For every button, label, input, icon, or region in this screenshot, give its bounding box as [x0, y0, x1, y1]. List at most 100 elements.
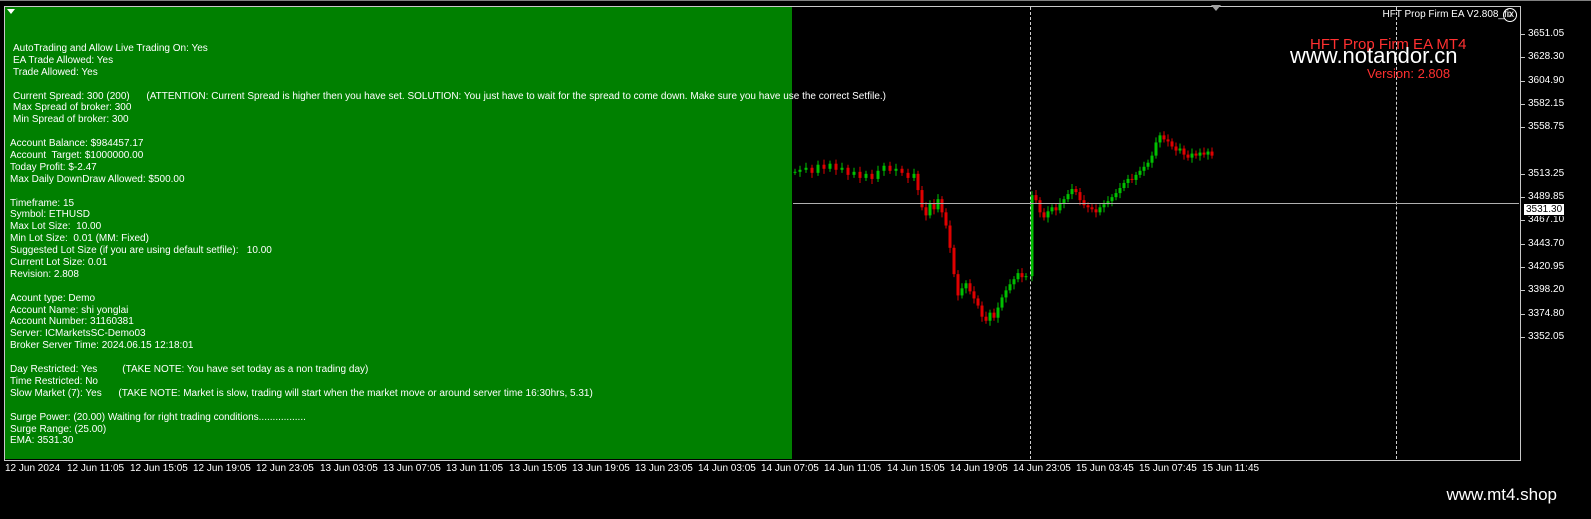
candle-body — [1190, 153, 1194, 158]
candle-body — [916, 173, 920, 191]
current-price-label: 3531.30 — [1523, 203, 1566, 216]
candle-body — [944, 212, 948, 226]
time-label: 13 Jun 07:05 — [383, 463, 441, 474]
candle-body — [1194, 153, 1198, 156]
candle-body — [1008, 284, 1012, 291]
ea-info-text: AutoTrading and Allow Live Trading On: Y… — [10, 43, 886, 447]
info-line: Current Lot Size: 0.01 — [10, 257, 108, 269]
collapse-icon[interactable] — [7, 9, 15, 14]
info-line: Max Spread of broker: 300 — [13, 102, 132, 114]
candle-body — [1210, 151, 1214, 156]
candle-body — [964, 283, 968, 289]
price-tick — [1520, 127, 1525, 129]
info-line: Account Balance: $984457.17 — [10, 138, 144, 150]
candle-body — [1146, 162, 1150, 167]
candle-body — [900, 168, 904, 173]
info-line: Account Target: $1000000.00 — [10, 150, 144, 162]
info-line: Max Daily DownDraw Allowed: $500.00 — [10, 173, 185, 185]
candle-body — [1166, 139, 1170, 142]
candle-body — [1158, 135, 1162, 143]
info-gap — [10, 126, 886, 138]
candle-body — [1186, 154, 1190, 158]
candle-body — [948, 225, 952, 248]
time-label: 12 Jun 11:05 — [67, 463, 125, 474]
candle-body — [1134, 174, 1138, 180]
candle-body — [1004, 290, 1008, 298]
info-line: Symbol: ETHUSD — [10, 209, 91, 221]
candle-body — [1098, 207, 1102, 213]
info-gap — [10, 186, 886, 198]
footer-watermark: www.mt4.shop — [1446, 485, 1557, 504]
candle-body — [1118, 188, 1122, 194]
candle-body — [1016, 273, 1020, 280]
candle-body — [1114, 193, 1118, 198]
ea-title: HFT Prop Firm EA V2.808_fix — [1382, 9, 1514, 20]
candle-body — [906, 172, 910, 178]
candle-body — [1074, 189, 1078, 193]
candle-body — [1020, 273, 1024, 278]
candle-body — [894, 168, 898, 171]
price-label: 3467.10 — [1528, 214, 1565, 226]
candle-body — [1150, 155, 1154, 163]
candle-body — [1024, 276, 1028, 278]
version-label: Version: 2.808 — [1367, 66, 1451, 81]
candle-body — [1110, 197, 1114, 202]
candle-body — [924, 207, 928, 216]
current-price-line — [793, 203, 1519, 204]
candle-body — [1138, 170, 1142, 175]
candle-body — [1154, 142, 1158, 156]
candle-body — [960, 288, 964, 296]
time-label: 15 Jun 03:45 — [1076, 463, 1134, 474]
candle-body — [940, 199, 944, 213]
info-line: Slow Market (7): Yes (TAKE NOTE: Market … — [10, 387, 593, 399]
candle-body — [1198, 152, 1202, 156]
time-label: 12 Jun 23:05 — [256, 463, 314, 474]
candle-body — [888, 165, 892, 171]
candle-body — [1042, 212, 1046, 218]
time-label: 14 Jun 03:05 — [698, 463, 756, 474]
candle-body — [1046, 211, 1050, 218]
time-label: 14 Jun 23:05 — [1013, 463, 1071, 474]
info-gap — [10, 352, 886, 364]
time-axis[interactable]: 12 Jun 2024 12 Jun 11:05 12 Jun 15:05 12 Ju… — [0, 460, 1519, 474]
price-label: 3582.15 — [1528, 97, 1565, 109]
info-line: Min Lot Size: 0.01 (MM: Fixed) — [10, 233, 149, 245]
day-separator-line — [1030, 7, 1031, 459]
info-line: Min Spread of broker: 300 — [13, 114, 129, 126]
price-axis[interactable]: 3651.05 3628.30 3604.90 3582.15 3558.75 3513.… — [1520, 7, 1591, 459]
price-tick — [1520, 243, 1525, 245]
candle-body — [980, 305, 984, 317]
price-label: 3628.30 — [1528, 51, 1565, 63]
candle-body — [1090, 207, 1094, 210]
chart-shift-marker-icon[interactable] — [1211, 5, 1221, 11]
info-line: Broker Server Time: 2024.06.15 12:18:01 — [10, 340, 194, 352]
chart-window[interactable]: AutoTrading and Allow Live Trading On: Y… — [0, 0, 1591, 485]
time-label: 12 Jun 15:05 — [130, 463, 188, 474]
time-label: 13 Jun 23:05 — [635, 463, 693, 474]
price-tick — [1520, 103, 1525, 105]
price-label: 3604.90 — [1528, 74, 1565, 86]
candle-body — [920, 190, 924, 208]
candle-body — [1054, 207, 1058, 211]
candle-body — [1058, 203, 1062, 211]
time-label: 13 Jun 03:05 — [320, 463, 378, 474]
info-line: Account Name: shi yonglai — [10, 304, 129, 316]
price-tick — [1520, 34, 1525, 35]
time-label: 12 Jun 2024 — [5, 463, 61, 474]
info-line: Timeframe: 15 — [10, 197, 75, 209]
price-tick — [1520, 267, 1525, 268]
price-tick — [1520, 336, 1525, 338]
candle-body — [1202, 152, 1206, 155]
time-label: 12 Jun 19:05 — [193, 463, 251, 474]
price-tick — [1520, 80, 1525, 82]
candle-body — [1162, 135, 1166, 140]
price-tick — [1520, 313, 1525, 315]
candle-body — [912, 173, 916, 178]
info-gap — [10, 79, 886, 91]
info-line: Day Restricted: Yes (TAKE NOTE: You have… — [10, 364, 369, 376]
candle-body — [968, 283, 972, 292]
candle-body — [1178, 148, 1182, 151]
info-line: Time Restricted: No — [10, 375, 98, 387]
time-label: 14 Jun 15:05 — [887, 463, 945, 474]
candle-body — [1170, 141, 1174, 147]
